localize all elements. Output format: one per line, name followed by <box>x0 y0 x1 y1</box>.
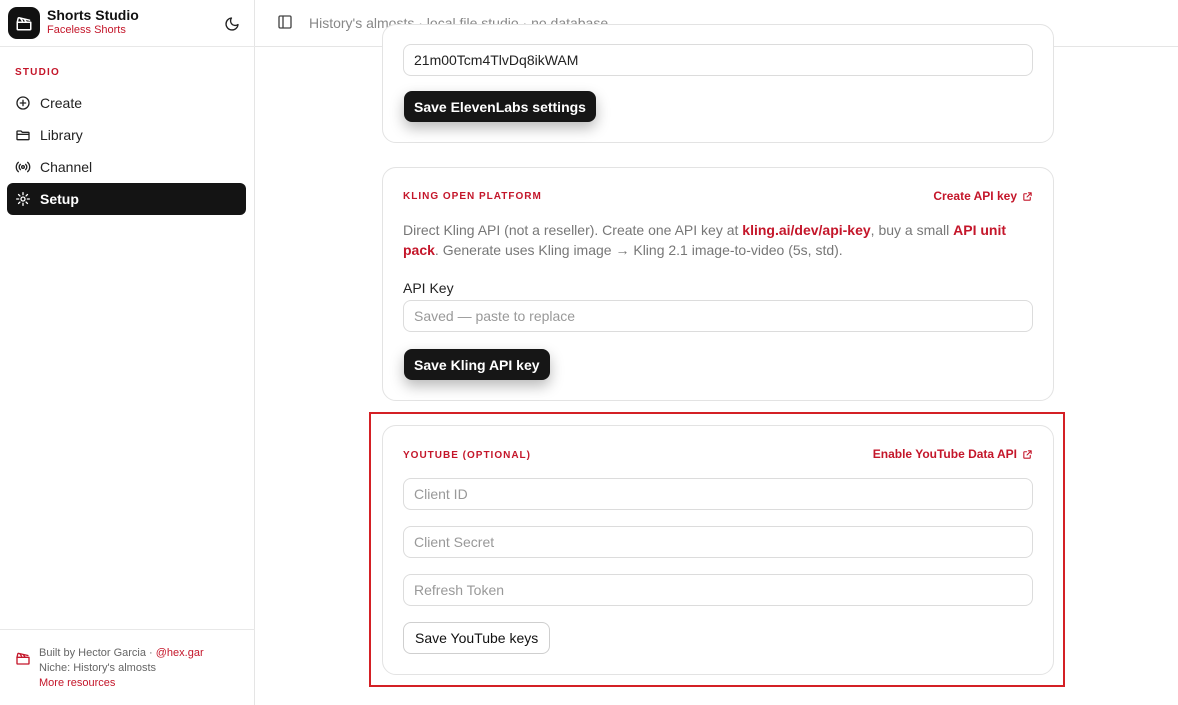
kling-desc-text-1: Direct Kling API (not a reseller). Creat… <box>403 222 743 238</box>
save-kling-api-key-button[interactable]: Save Kling API key <box>404 349 550 380</box>
folder-icon <box>15 127 31 143</box>
footer-built-by: Built by Hector Garcia · <box>39 647 156 659</box>
kling-api-key-input[interactable] <box>403 300 1033 332</box>
broadcast-icon <box>15 159 31 175</box>
sidebar-item-label: Library <box>40 127 83 143</box>
highlight-box <box>369 412 1065 687</box>
save-elevenlabs-button[interactable]: Save ElevenLabs settings <box>404 91 596 122</box>
clapperboard-icon <box>15 650 31 666</box>
app-title: Shorts Studio <box>47 7 139 23</box>
kling-api-key-link[interactable]: kling.ai/dev/api-key <box>742 222 870 238</box>
sidebar-footer: Built by Hector Garcia · @hex.gar Niche:… <box>0 629 255 705</box>
kling-desc-text-3: . Generate uses Kling image → Kling 2.1 … <box>434 242 843 258</box>
app-subtitle: Faceless Shorts <box>47 24 126 36</box>
api-key-label: API Key <box>403 280 454 296</box>
sidebar-item-setup[interactable]: Setup <box>7 183 246 215</box>
kling-card: KLING OPEN PLATFORM Create API key Direc… <box>382 167 1054 401</box>
plus-circle-icon <box>15 95 31 111</box>
sidebar-item-channel[interactable]: Channel <box>7 151 246 183</box>
footer-niche: Niche: History's almosts <box>39 662 157 674</box>
kling-heading: KLING OPEN PLATFORM <box>403 191 542 202</box>
footer-handle-link[interactable]: @hex.gar <box>156 647 204 659</box>
create-api-key-label: Create API key <box>933 189 1017 203</box>
sidebar: Shorts Studio Faceless Shorts STUDIO Cre… <box>0 0 255 705</box>
kling-desc-text-2: , buy a small <box>870 222 954 238</box>
clapperboard-logo-icon <box>8 7 40 39</box>
voice-id-input[interactable] <box>403 44 1033 76</box>
kling-description: Direct Kling API (not a reseller). Creat… <box>403 220 1023 260</box>
sidebar-item-library[interactable]: Library <box>7 119 246 151</box>
theme-toggle-moon-icon[interactable] <box>222 14 242 34</box>
sidebar-section-label: STUDIO <box>15 67 60 78</box>
sidebar-toggle-icon[interactable] <box>277 14 295 32</box>
sidebar-item-create[interactable]: Create <box>7 87 246 119</box>
more-resources-link[interactable]: More resources <box>39 677 115 689</box>
footer-credit: Built by Hector Garcia · @hex.gar <box>39 647 204 659</box>
sidebar-item-label: Channel <box>40 159 93 175</box>
gear-icon <box>15 191 31 207</box>
sidebar-item-label: Create <box>40 95 83 111</box>
sidebar-item-label: Setup <box>40 191 79 207</box>
external-link-icon <box>1023 191 1032 201</box>
brand-header: Shorts Studio Faceless Shorts <box>0 0 255 47</box>
create-api-key-link[interactable]: Create API key <box>933 189 1033 203</box>
elevenlabs-card: Save ElevenLabs settings <box>382 24 1054 143</box>
